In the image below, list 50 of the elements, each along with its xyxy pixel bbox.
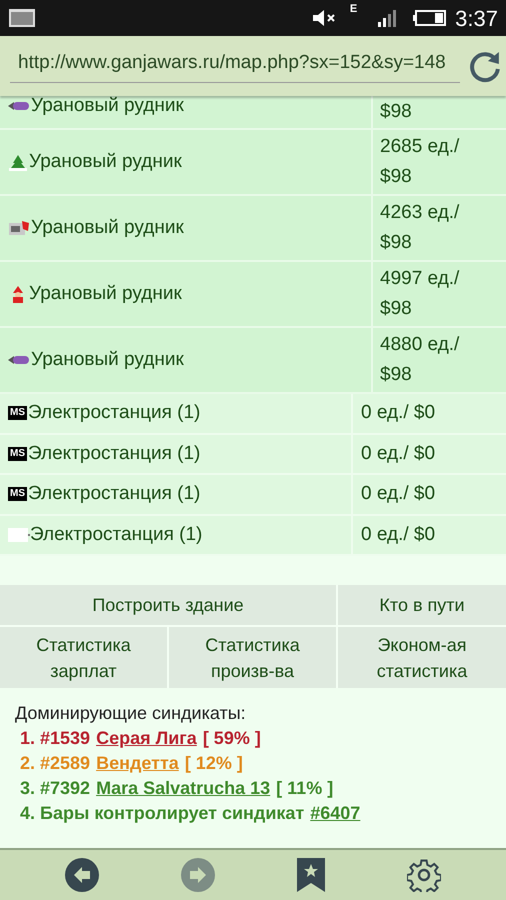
picture-thumbnail-icon: [8, 8, 36, 28]
settings-icon[interactable]: [407, 858, 441, 892]
output-cell-text: 4880 ед./ $98: [379, 333, 460, 387]
action-button[interactable]: Статистика зарплат: [0, 627, 167, 688]
building-name: Урановый рудник: [31, 348, 184, 372]
action-button[interactable]: Построить здание: [0, 585, 336, 625]
output-cell-text: 0 ед./ $0: [360, 442, 436, 466]
badge: MS: [8, 446, 27, 461]
building-name: Урановый рудник: [31, 96, 184, 118]
reload-icon[interactable]: [468, 49, 502, 83]
output-cell-text: 4263 ед./ $98: [379, 201, 460, 255]
badge: MS: [8, 487, 27, 502]
syndicate-link[interactable]: Серая Лига: [96, 726, 197, 751]
syndicate-label: 4. Бары контролирует синдикат: [20, 802, 304, 825]
capsule-icon: [8, 355, 30, 365]
syndicate-label: 2. #2589: [20, 752, 90, 775]
back-icon[interactable]: [65, 858, 99, 892]
capsule-icon: [8, 101, 30, 111]
output-cell-text: $98: [379, 100, 413, 124]
output-cell-text: 4997 ед./ $98: [379, 267, 460, 321]
building-name: Электростанция (1): [28, 442, 200, 466]
share-label: [ 12% ]: [184, 752, 243, 775]
syndicate-label: 3. #7392: [20, 777, 90, 800]
building-name: Урановый рудник: [31, 216, 184, 240]
share-label: [ 11% ]: [276, 777, 334, 800]
battery-icon: [413, 9, 448, 27]
output-cell-text: 0 ед./ $0: [360, 522, 436, 546]
building-name: Урановый рудник: [29, 150, 182, 174]
output-cell-text: 2685 ед./ $98: [379, 135, 460, 189]
tree-icon: [8, 153, 28, 171]
syndicate-link[interactable]: #6407: [310, 801, 360, 826]
network-type: E: [350, 4, 358, 15]
signal-icon: [377, 9, 398, 27]
building-name: Электростанция (1): [30, 522, 202, 546]
blank-icon: [8, 528, 30, 542]
action-button[interactable]: Статистика произв-ва: [169, 627, 336, 688]
building-name: Электростанция (1): [28, 482, 200, 506]
output-cell-text: 0 ед./ $0: [360, 401, 436, 425]
clock: 3:37: [455, 4, 498, 32]
syndicates-title: Доминирующие синдикаты:: [15, 702, 247, 725]
syndicate-link[interactable]: Mara Salvatrucha 13: [96, 776, 270, 801]
building-name: Урановый рудник: [29, 282, 182, 306]
building-name: Электростанция (1): [28, 401, 200, 425]
action-button[interactable]: Эконом-ая статистика: [338, 627, 506, 688]
action-button[interactable]: Кто в пути: [338, 585, 506, 625]
output-cell-text: 0 ед./ $0: [360, 482, 436, 506]
syndicate-label: 1. #1539: [20, 727, 90, 750]
share-label: [ 59% ]: [202, 727, 261, 750]
bookmark-icon[interactable]: [297, 858, 325, 892]
badge: MS: [8, 406, 27, 420]
